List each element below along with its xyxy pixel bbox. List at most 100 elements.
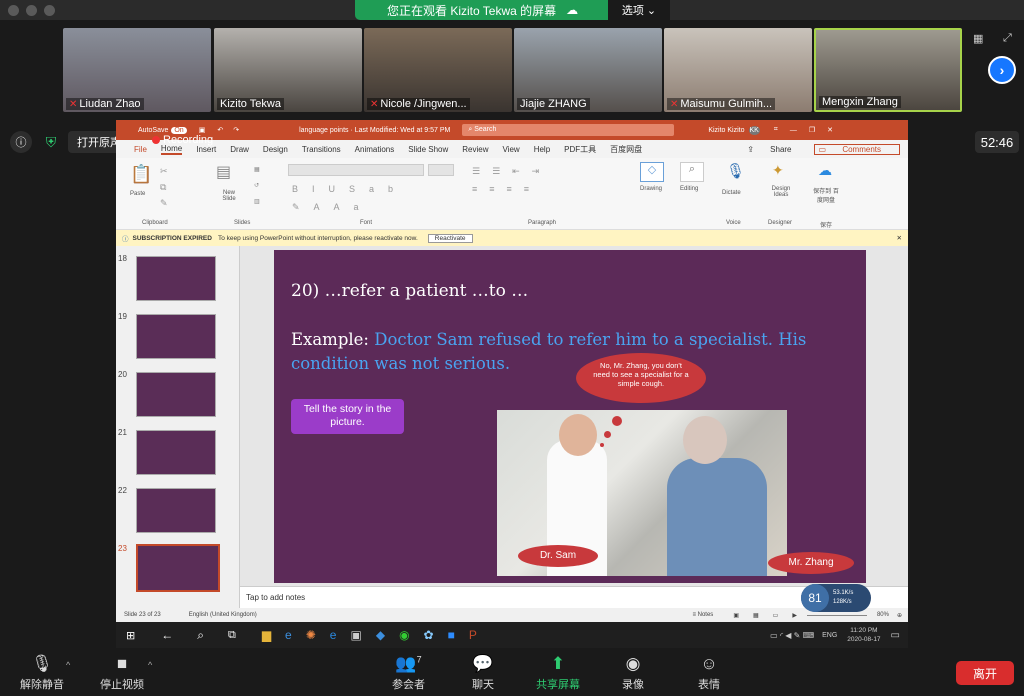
close-icon[interactable]: ✕: [897, 234, 902, 242]
record-button[interactable]: ◉ 录像: [622, 654, 644, 692]
app-icon[interactable]: ◆: [376, 628, 385, 642]
copy-icon[interactable]: ⧉: [160, 182, 166, 193]
tab-transitions[interactable]: Transitions: [302, 145, 341, 154]
tab-pdf-tools[interactable]: PDF工具: [564, 144, 596, 155]
close-icon[interactable]: ✕: [827, 126, 833, 134]
slide-thumbnail[interactable]: [136, 256, 216, 301]
store-icon[interactable]: ▣: [350, 628, 361, 642]
find-icon[interactable]: ⌕: [680, 162, 704, 182]
tab-review[interactable]: Review: [462, 145, 488, 154]
zoom-slider[interactable]: [806, 614, 867, 616]
section-icon[interactable]: ▥: [254, 198, 260, 205]
paste-button[interactable]: Paste: [130, 191, 145, 197]
slide-thumbnail[interactable]: [136, 314, 216, 359]
chat-button[interactable]: 💬 聊天: [472, 654, 494, 692]
participant-tile-active-speaker[interactable]: Mengxin Zhang: [814, 28, 962, 112]
tab-animations[interactable]: Animations: [355, 145, 395, 154]
new-slide-button[interactable]: New Slide: [216, 190, 242, 202]
participant-tile[interactable]: Jiajie ZHANG: [514, 28, 662, 112]
list-buttons[interactable]: ☰☰⇤⇥: [472, 166, 551, 177]
bold-italic-underline-buttons[interactable]: BIUSab: [292, 184, 407, 194]
reactions-button[interactable]: ☺ 表情: [698, 654, 720, 692]
zoom-icon[interactable]: ■: [448, 628, 455, 642]
paste-icon[interactable]: 📋: [130, 164, 152, 185]
share-screen-button[interactable]: ⬆ 共享屏幕: [536, 654, 580, 692]
search-box[interactable]: ⌕ Search: [462, 124, 675, 136]
participants-button[interactable]: 👥7 参会者: [392, 654, 425, 692]
input-language[interactable]: ENG: [822, 632, 837, 639]
fullscreen-icon[interactable]: ⤢: [1003, 32, 1012, 45]
clock[interactable]: 11:20 PM 2020-08-17: [847, 626, 880, 644]
slide-thumbnail-selected[interactable]: [136, 544, 220, 592]
reset-icon[interactable]: ↺: [254, 182, 259, 189]
task-view-icon[interactable]: ⧉: [228, 629, 236, 642]
tab-draw[interactable]: Draw: [230, 145, 249, 154]
reading-view-icon[interactable]: ▭: [773, 612, 779, 619]
participant-tile[interactable]: Kizito Tekwa: [214, 28, 362, 112]
leave-meeting-button[interactable]: 离开: [956, 661, 1014, 685]
tab-slide-show[interactable]: Slide Show: [408, 145, 448, 154]
notes-button[interactable]: ≡ Notes: [692, 612, 713, 618]
powerpoint-icon[interactable]: P: [469, 628, 477, 642]
chevron-up-icon[interactable]: ^: [66, 660, 70, 670]
next-page-button[interactable]: ›: [988, 56, 1016, 84]
design-ideas-button[interactable]: Design Ideas: [768, 186, 794, 198]
sorter-view-icon[interactable]: ▦: [753, 612, 759, 619]
autosave-toggle[interactable]: On: [171, 126, 187, 134]
baidu-cloud-icon[interactable]: ☁: [818, 162, 832, 179]
font-size-select[interactable]: [428, 164, 454, 176]
tab-file[interactable]: File: [134, 145, 147, 154]
minimize-window-dot[interactable]: [26, 5, 37, 16]
windows-start-icon[interactable]: ⊞: [126, 629, 135, 642]
new-slide-icon[interactable]: ▤: [216, 162, 231, 182]
ie-icon[interactable]: e: [285, 628, 292, 642]
reactivate-button[interactable]: Reactivate: [427, 233, 473, 243]
drawing-button[interactable]: Drawing: [640, 186, 662, 192]
tab-view[interactable]: View: [503, 145, 520, 154]
edge-icon[interactable]: e: [330, 628, 337, 642]
editing-button[interactable]: Editing: [680, 186, 698, 192]
cut-icon[interactable]: ✂: [160, 166, 168, 177]
participant-tile[interactable]: ✕ Nicole /Jingwen...: [364, 28, 512, 112]
microphone-icon[interactable]: 🎙: [726, 162, 745, 180]
slide-thumbnail[interactable]: [136, 372, 216, 417]
participant-tile[interactable]: ✕ Maisumu Gulmih...: [664, 28, 812, 112]
back-icon[interactable]: ←: [161, 628, 173, 642]
close-window-dot[interactable]: [8, 5, 19, 16]
minimize-icon[interactable]: —: [790, 127, 797, 134]
shapes-icon[interactable]: ◇: [640, 162, 664, 182]
design-ideas-icon[interactable]: ✦: [772, 162, 784, 179]
slide-thumbnail[interactable]: [136, 430, 216, 475]
normal-view-icon[interactable]: ▣: [733, 612, 739, 619]
app-icon[interactable]: ✺: [306, 628, 316, 642]
align-buttons[interactable]: ≡≡≡≡: [472, 184, 541, 194]
share-button[interactable]: ⇪ Share: [747, 145, 805, 154]
participant-tile[interactable]: ✕ Liudan Zhao: [63, 28, 211, 112]
tray-icons[interactable]: ▭ ◜ ◀ ✎ ⌨: [770, 631, 814, 640]
search-icon[interactable]: ⌕: [197, 628, 204, 643]
chevron-up-icon[interactable]: ^: [148, 660, 152, 670]
font-color-buttons[interactable]: ✎AAa: [292, 202, 373, 213]
slide-thumbnail[interactable]: [136, 488, 216, 533]
fit-slide-icon[interactable]: ⊕: [897, 612, 902, 619]
gallery-layout-icon[interactable]: ▦: [973, 32, 983, 45]
save-to-baidu-button[interactable]: 保存到 百度网盘: [812, 186, 840, 204]
info-icon[interactable]: ⓘ: [10, 131, 32, 153]
stop-video-button[interactable]: ■ 停止视频: [100, 654, 144, 692]
restore-icon[interactable]: ❐: [809, 126, 815, 134]
options-button[interactable]: 选项 ⌄: [608, 0, 670, 20]
unmute-button[interactable]: 🎙 解除静音: [20, 654, 64, 692]
user-avatar[interactable]: KK: [748, 125, 760, 135]
current-slide[interactable]: 20) …refer a patient …to … Example: Doct…: [274, 250, 866, 583]
shield-icon[interactable]: ⛨: [40, 131, 62, 153]
file-explorer-icon[interactable]: ▆: [262, 628, 271, 642]
save-icon[interactable]: ▣: [199, 126, 206, 134]
notification-icon[interactable]: ▭: [891, 630, 900, 641]
undo-icon[interactable]: ↶: [217, 126, 223, 134]
ribbon-display-icon[interactable]: ⌗: [774, 126, 778, 134]
format-painter-icon[interactable]: ✎: [160, 198, 168, 209]
redo-icon[interactable]: ↷: [233, 126, 239, 134]
comments-button[interactable]: ▭ Comments: [813, 143, 900, 155]
wechat-icon[interactable]: ◉: [399, 628, 409, 642]
slideshow-icon[interactable]: ▶: [792, 612, 797, 619]
